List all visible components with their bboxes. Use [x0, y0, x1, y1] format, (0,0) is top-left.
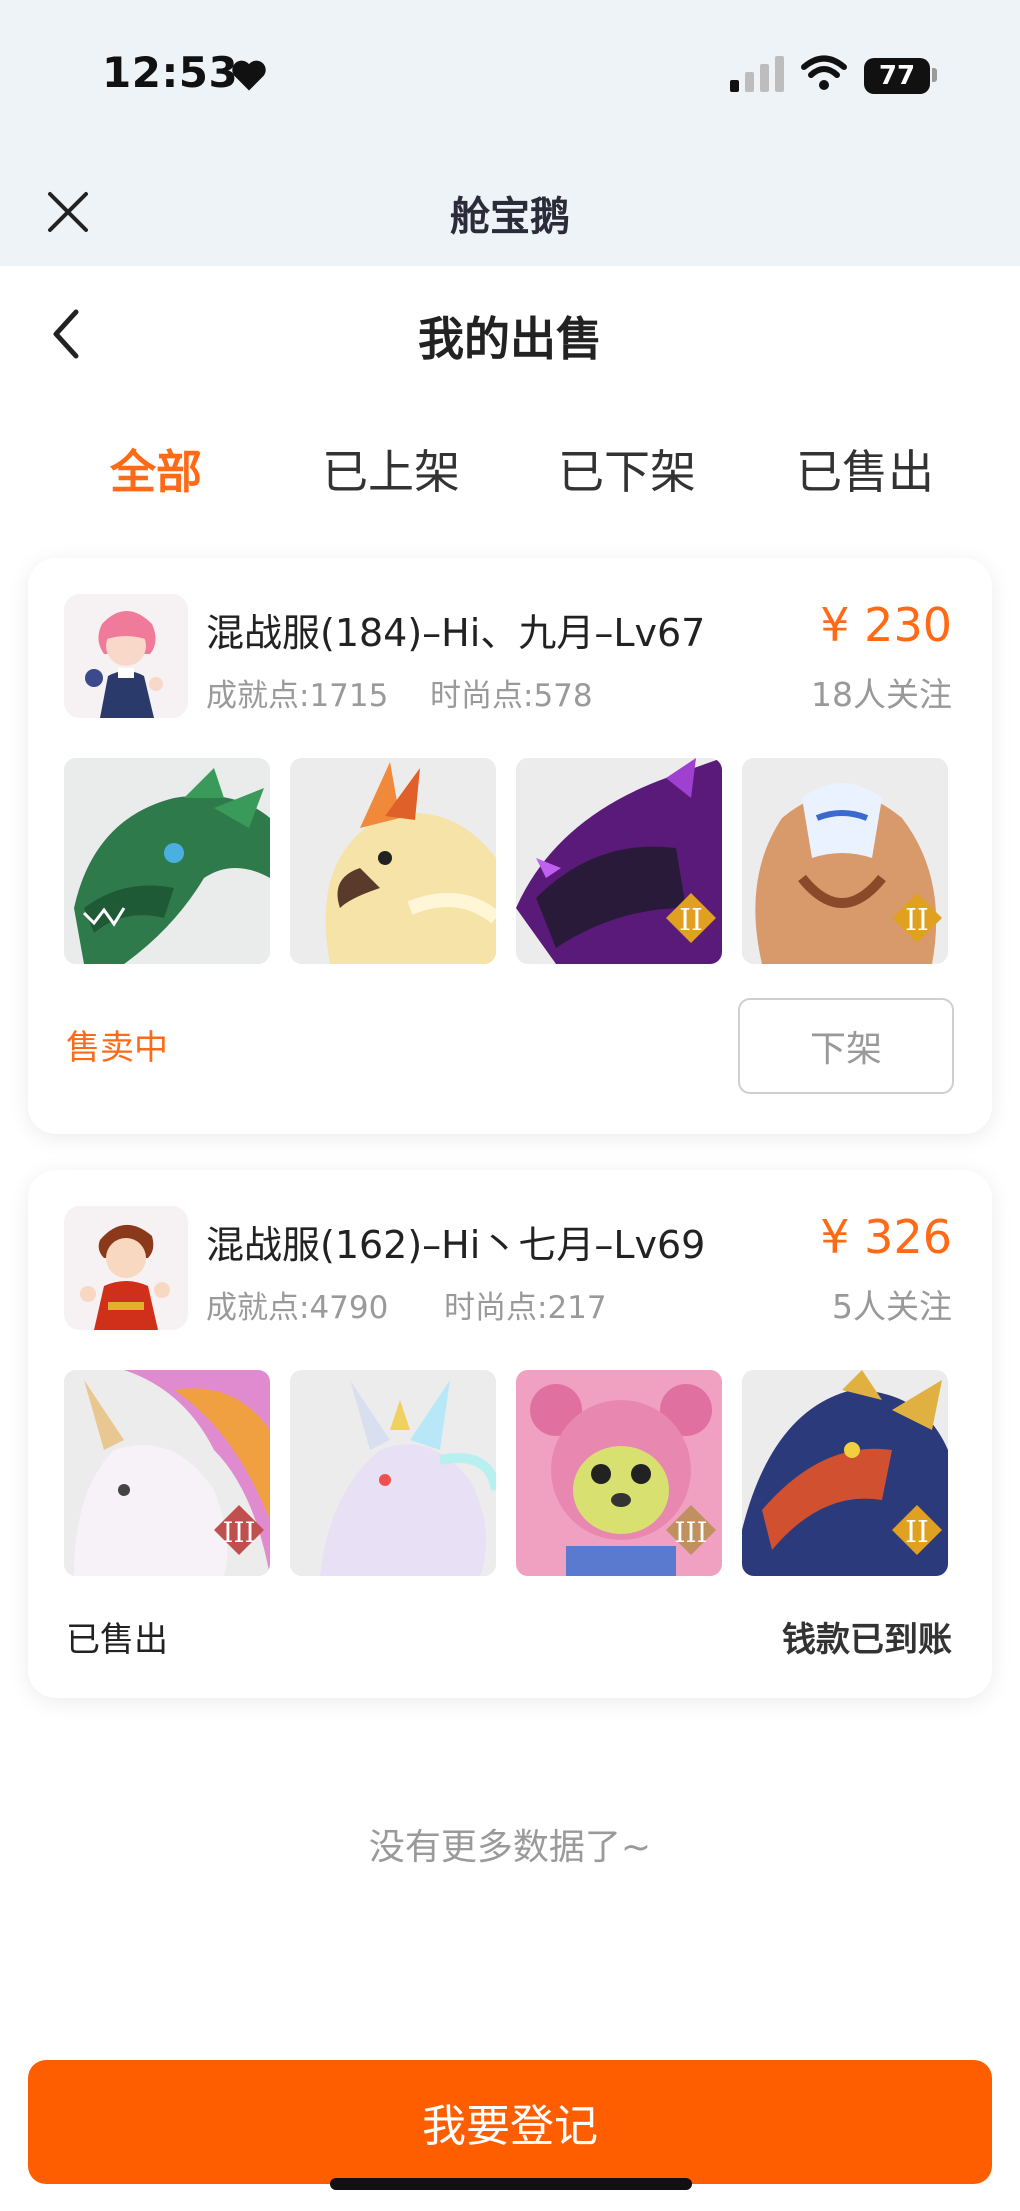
fashion-points: 时尚点:217: [444, 1290, 607, 1326]
listing-status: 已售出: [66, 1620, 168, 1660]
tab-listed[interactable]: 已上架: [322, 436, 460, 502]
tab-sold[interactable]: 已售出: [796, 436, 934, 502]
status-time: 12:53: [102, 48, 239, 97]
thumbnail-pink-bear-pet[interactable]: III: [516, 1370, 722, 1576]
svg-text:III: III: [222, 1516, 255, 1549]
thumbnail-purple-dragon-mount[interactable]: II: [516, 758, 722, 964]
follower-count: 5人关注: [832, 1287, 952, 1326]
thumbnail-unicorn-mount[interactable]: III: [64, 1370, 270, 1576]
signal-icon: [730, 56, 784, 92]
thumbnail-armored-dragon-mount[interactable]: II: [742, 1370, 948, 1576]
avatar: [64, 1206, 188, 1330]
page-title: 我的出售: [418, 312, 602, 366]
svg-text:III: III: [674, 1516, 707, 1549]
tab-all[interactable]: 全部: [110, 436, 202, 502]
listing-card[interactable]: 混战服(184)–Hi、九月–Lv67 成就点:1715 时尚点:578 ¥ 2…: [28, 558, 992, 1134]
avatar: [64, 594, 188, 718]
wifi-icon: [801, 55, 847, 90]
no-more-data-text: 没有更多数据了~: [368, 1827, 652, 1868]
price: ¥ 326: [820, 1210, 952, 1264]
home-indicator: [330, 2178, 692, 2190]
price: ¥ 230: [820, 598, 952, 652]
app-title: 舱宝鹅: [450, 194, 570, 240]
battery-tip: [932, 68, 937, 82]
payment-status: 钱款已到账: [782, 1620, 952, 1660]
svg-text:II: II: [905, 903, 929, 938]
heart-icon: [232, 60, 266, 91]
achievement-points: 成就点:1715: [206, 678, 389, 714]
fashion-points: 时尚点:578: [430, 678, 593, 714]
listing-title: 混战服(162)–Hi丶七月–Lv69: [206, 1223, 706, 1267]
delist-button[interactable]: 下架: [738, 998, 954, 1094]
listing-status: 售卖中: [66, 1028, 168, 1068]
follower-count: 18人关注: [811, 675, 952, 714]
svg-text:II: II: [905, 1515, 929, 1550]
listing-title: 混战服(184)–Hi、九月–Lv67: [206, 611, 706, 655]
thumbnail-golden-bird-mount[interactable]: [290, 758, 496, 964]
listing-card[interactable]: 混战服(162)–Hi丶七月–Lv69 成就点:4790 时尚点:217 ¥ 3…: [28, 1170, 992, 1698]
svg-text:II: II: [679, 903, 703, 938]
thumbnail-white-fox-mount[interactable]: [290, 1370, 496, 1576]
tab-unlisted[interactable]: 已下架: [558, 436, 696, 502]
register-button[interactable]: 我要登记: [28, 2060, 992, 2184]
achievement-points: 成就点:4790: [206, 1290, 389, 1326]
thumbnail-green-dragon-mount[interactable]: [64, 758, 270, 964]
battery-indicator: 77: [864, 58, 930, 94]
thumbnail-masked-wolf-mount[interactable]: II: [742, 758, 948, 964]
